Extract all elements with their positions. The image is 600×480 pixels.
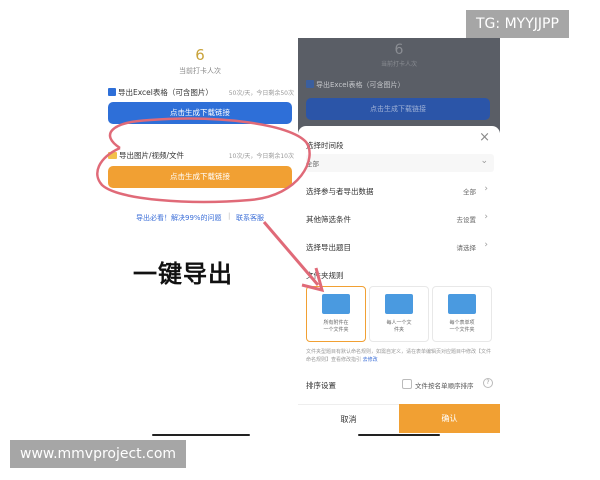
telegram-watermark: TG: MYYJJPP — [466, 10, 569, 38]
annotation-circle — [96, 117, 311, 204]
annotation-overlay — [96, 117, 325, 293]
site-watermark: www.mmvproject.com — [10, 440, 187, 468]
annotation-arrow-line — [262, 221, 320, 286]
